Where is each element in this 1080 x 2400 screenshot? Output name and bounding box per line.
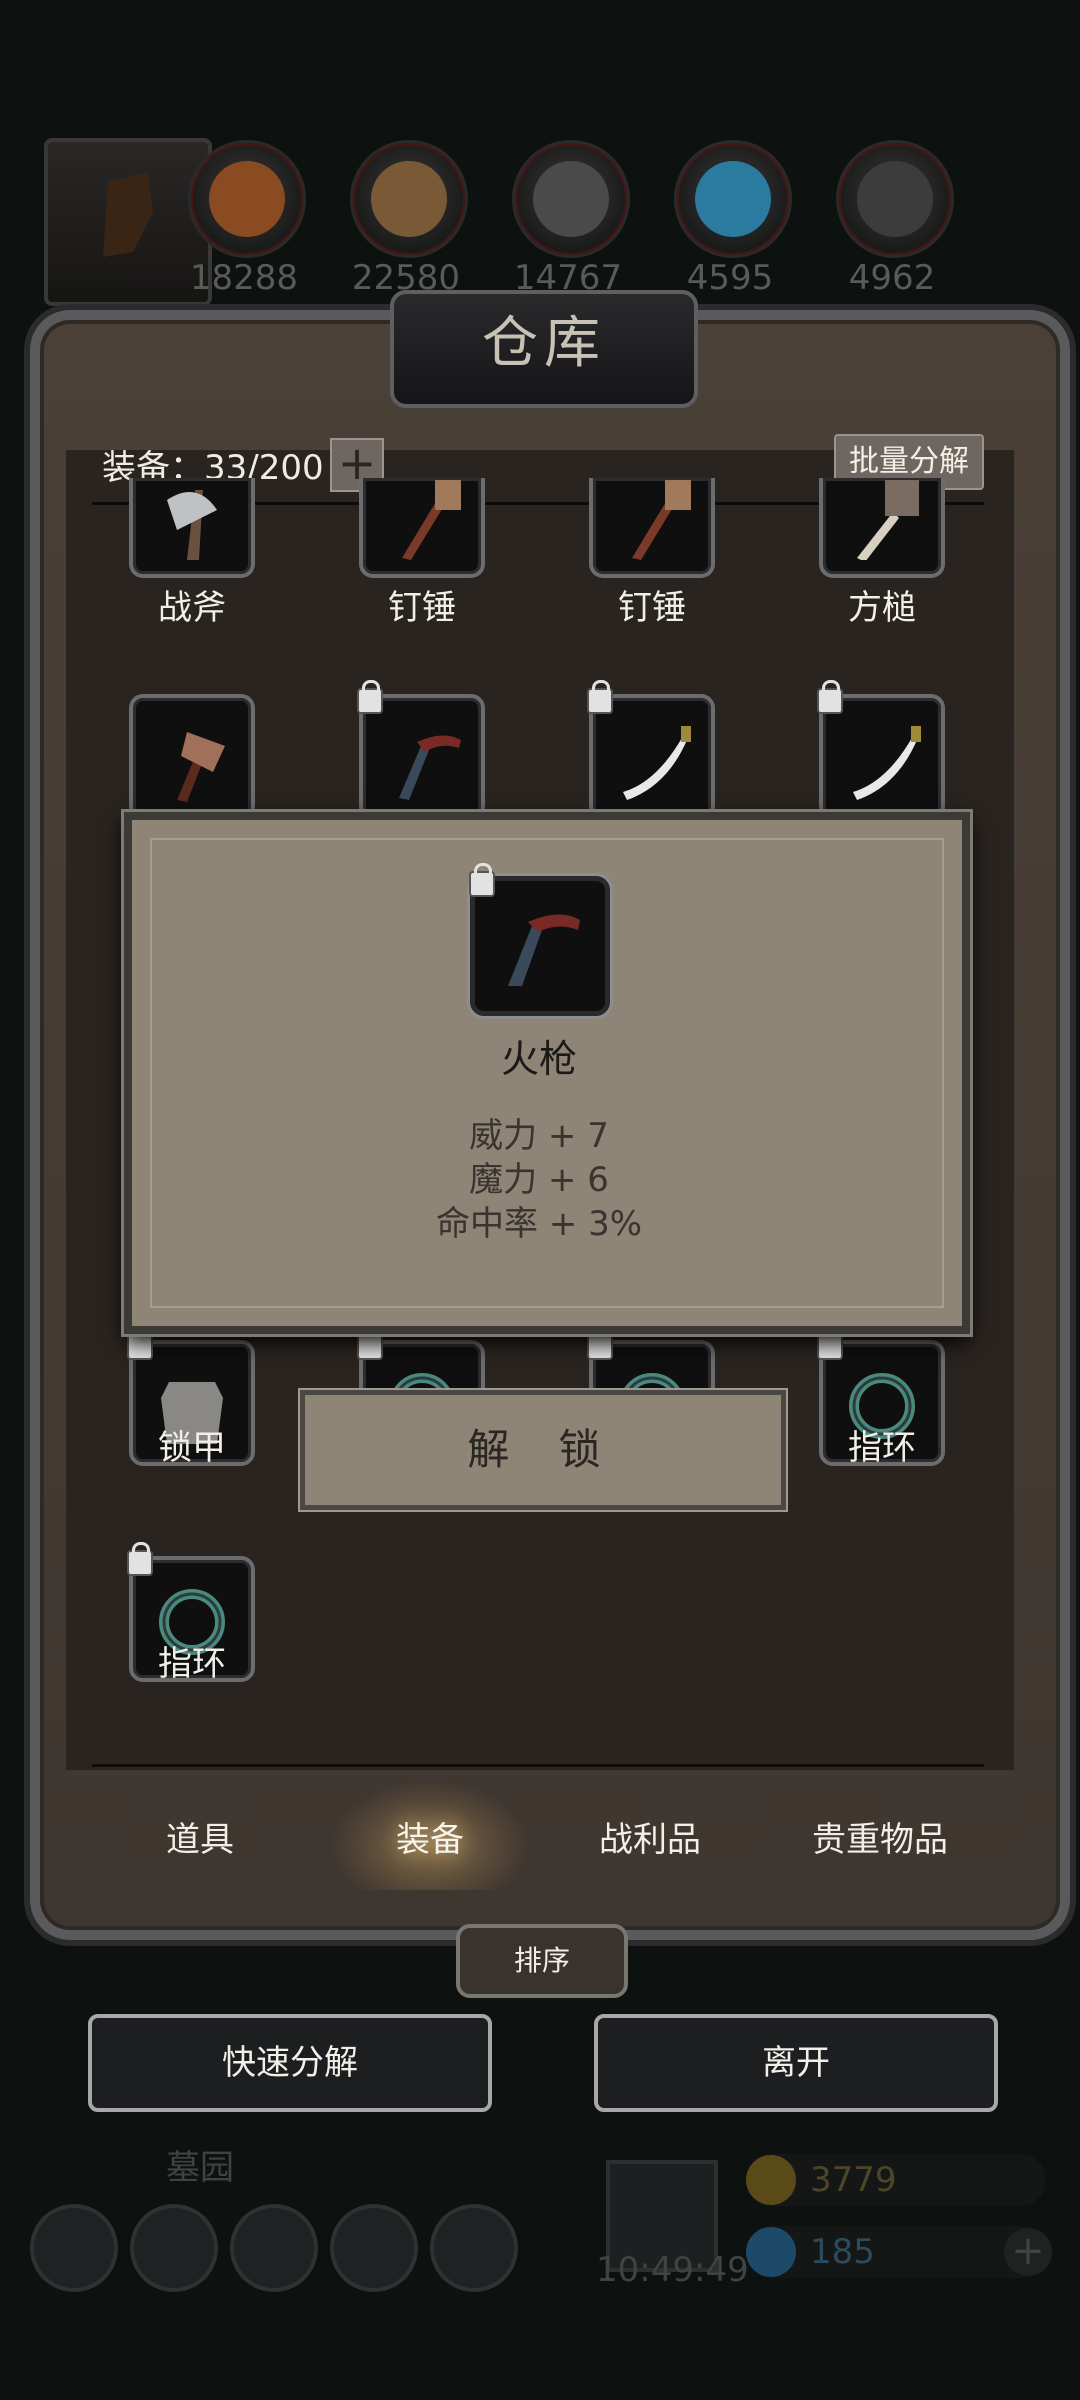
popup-item-icon (469, 863, 610, 1016)
resource-count: 18288 (189, 258, 299, 298)
scimitar-icon (623, 726, 691, 800)
iron-ingot-icon (533, 161, 609, 237)
inventory-item[interactable] (589, 478, 715, 578)
crystal-icon (695, 161, 771, 237)
scimitar-icon (853, 726, 921, 800)
item-label: 钉锤 (388, 588, 456, 628)
resource-count: 4962 (848, 258, 936, 298)
gift-timer: 10:49:49 (596, 2250, 749, 2290)
inventory-item[interactable] (819, 478, 945, 578)
lock-icon (587, 680, 613, 714)
gold-bar: 3779 (746, 2154, 1046, 2206)
hammer-icon (177, 732, 225, 802)
item-label: 指环 (848, 1428, 916, 1468)
battle-axe-icon (167, 490, 217, 560)
mail-icon[interactable] (330, 2204, 418, 2292)
gem-bar: 185 (746, 2226, 1046, 2278)
musket-icon (399, 735, 461, 800)
popup-stat-magic: 魔力 + 6 (469, 1160, 609, 1200)
resource-slot (512, 140, 630, 258)
page-title: 仓库 (390, 290, 698, 408)
musket-icon (508, 914, 580, 986)
square-mallet-icon (857, 480, 919, 560)
lock-icon (127, 1326, 153, 1360)
spiked-hammer-icon (402, 480, 461, 560)
lock-icon (357, 1326, 383, 1360)
planks-icon (371, 161, 447, 237)
tab-valuables[interactable]: 贵重物品 (770, 1812, 990, 1861)
popup-item-name: 火枪 (500, 1037, 577, 1081)
leave-button[interactable]: 离开 (594, 2014, 998, 2112)
quick-decompose-button[interactable]: 快速分解 (88, 2014, 492, 2112)
gem-icon (746, 2227, 796, 2277)
inventory-item[interactable] (359, 478, 485, 578)
tab-loot[interactable]: 战利品 (540, 1812, 760, 1861)
lock-icon (817, 680, 843, 714)
inventory-item[interactable] (357, 680, 485, 820)
wood-log-icon (209, 161, 285, 237)
gold-coin-icon (746, 2155, 796, 2205)
lock-icon (127, 1542, 153, 1576)
settings-gear-icon[interactable] (30, 2204, 118, 2292)
guild-icon[interactable] (430, 2204, 518, 2292)
inventory-item[interactable] (129, 478, 255, 578)
item-label: 锁甲 (158, 1428, 226, 1468)
tab-divider (92, 1764, 984, 1767)
resource-slot (188, 140, 306, 258)
location-label: 墓园 (166, 2148, 234, 2188)
gold-amount: 3779 (810, 2160, 897, 2200)
inventory-item[interactable] (817, 680, 945, 820)
achievement-star-icon[interactable] (130, 2204, 218, 2292)
steel-ingot-icon (857, 161, 933, 237)
item-label: 战斧 (158, 588, 226, 628)
popup-stat-accuracy: 命中率 + 3% (435, 1204, 643, 1244)
lock-icon (817, 1326, 843, 1360)
sort-button[interactable]: 排序 (456, 1924, 628, 1998)
spiked-hammer-icon (632, 480, 691, 560)
map-icon[interactable] (230, 2204, 318, 2292)
item-label: 钉锤 (618, 588, 686, 628)
inventory-item[interactable] (129, 694, 255, 820)
tab-equipment[interactable]: 装备 (320, 1812, 540, 1861)
tab-items[interactable]: 道具 (90, 1812, 310, 1861)
resource-slot (836, 140, 954, 258)
resource-slot (350, 140, 468, 258)
lock-icon (587, 1326, 613, 1360)
popup-stat-power: 威力 + 7 (469, 1116, 609, 1156)
item-label: 方槌 (848, 588, 916, 628)
resource-slot (674, 140, 792, 258)
lock-icon (357, 680, 383, 714)
inventory-item[interactable] (587, 680, 715, 820)
gem-amount: 185 (810, 2232, 875, 2272)
unlock-button[interactable]: 解 锁 (300, 1390, 786, 1510)
item-label: 指环 (158, 1644, 226, 1684)
add-gems-button[interactable]: + (1004, 2228, 1052, 2276)
